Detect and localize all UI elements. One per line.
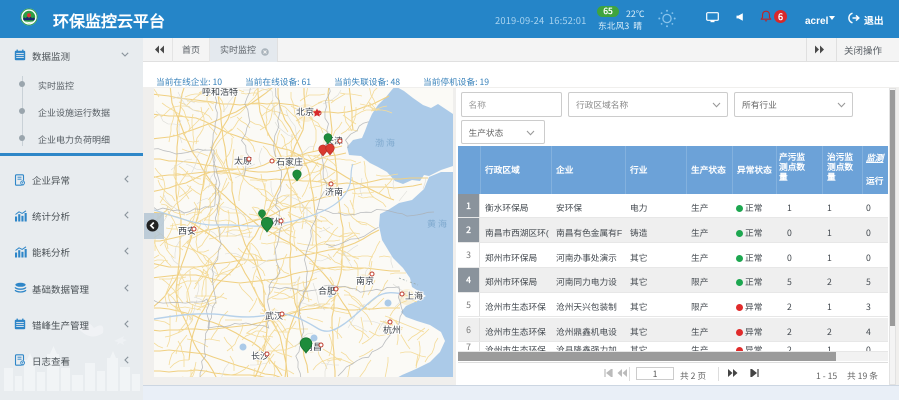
svg-text:济南: 济南	[325, 185, 343, 198]
svg-text:上海: 上海	[405, 289, 423, 302]
svg-text:合肥: 合肥	[318, 284, 336, 297]
svg-text:黄 海: 黄 海	[427, 217, 447, 230]
svg-text:渤 海: 渤 海	[375, 136, 395, 149]
svg-text:呼和浩特: 呼和浩特	[202, 88, 238, 98]
svg-text:石家庄: 石家庄	[276, 155, 303, 168]
svg-text:北京: 北京	[296, 105, 314, 118]
svg-text:杭州: 杭州	[383, 323, 401, 336]
